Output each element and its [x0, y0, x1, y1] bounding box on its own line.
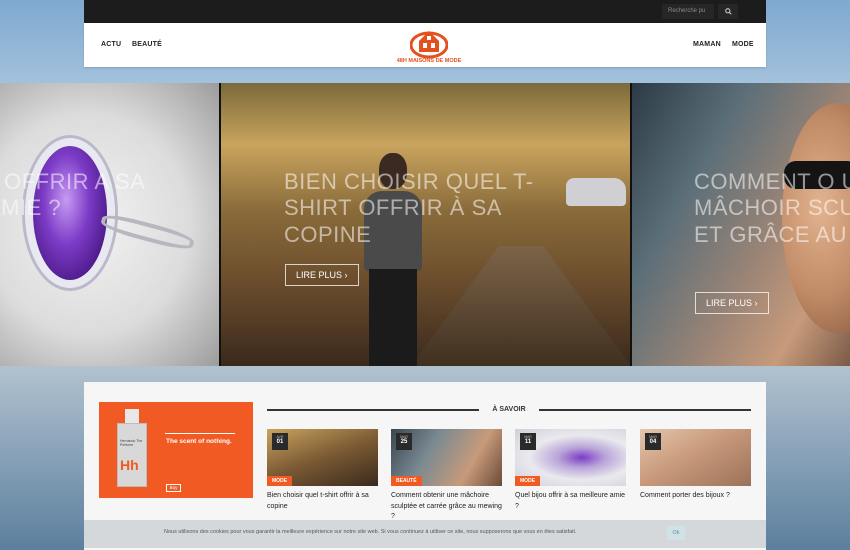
read-more-button[interactable]: LIRE PLUS ›	[285, 264, 359, 286]
slide-ring[interactable]: J OFFRIR A SA AMIE ?	[0, 83, 219, 366]
nav-item-actu[interactable]: ACTU	[101, 41, 121, 48]
article-thumbnail[interactable]: MAR 04	[640, 429, 751, 486]
car-image	[566, 178, 626, 206]
bottle-cap-image	[125, 409, 139, 423]
house-logo-icon	[409, 31, 449, 59]
slide-title[interactable]: J OFFRIR A SA AMIE ?	[0, 169, 186, 222]
section-rule-right	[539, 409, 751, 411]
date-badge: MAR 04	[645, 433, 661, 450]
read-more-label: LIRE PLUS	[296, 270, 343, 280]
article-thumbnail[interactable]: AVR 01 MODE	[267, 429, 378, 486]
article-card[interactable]: AVR 01 MODE Bien choisir quel t-shirt off…	[267, 429, 378, 512]
article-card[interactable]: MAR 11 MODE Quel bijou offrir à sa meille…	[515, 429, 626, 512]
cookie-text: Nous utilisons des cookies pour vous gar…	[164, 529, 577, 535]
search-button[interactable]	[718, 4, 738, 19]
search-input[interactable]: Recherche pu	[662, 4, 714, 19]
article-thumbnail[interactable]: MAR 25 BEAUTÉ	[391, 429, 502, 486]
read-more-label: LIRE PLUS	[706, 298, 753, 308]
ad-brand: Hernando The Perfume	[120, 439, 143, 447]
nav-item-maman[interactable]: MAMAN	[693, 41, 721, 48]
cookie-accept-button[interactable]: Ok	[667, 526, 685, 540]
nav-item-mode[interactable]: MODE	[732, 41, 754, 48]
logo-text: 48H MAISONS DE MODE	[396, 58, 462, 64]
perfume-bottle-image	[117, 423, 147, 487]
article-title[interactable]: Bien choisir quel t-shirt offrir à sa co…	[267, 491, 378, 512]
article-card[interactable]: MAR 25 BEAUTÉ Comment obtenir une mâchoir…	[391, 429, 502, 523]
skirt-image	[369, 269, 417, 366]
article-title[interactable]: Comment obtenir une mâchoire sculptée et…	[391, 491, 502, 523]
chevron-right-icon: ›	[344, 270, 348, 280]
ad-tagline: The scent of nothing.	[166, 438, 232, 445]
nav-item-beaute[interactable]: BEAUTÉ	[132, 41, 162, 48]
street-image	[411, 246, 630, 366]
search-icon	[724, 8, 732, 15]
read-more-button[interactable]: LIRE PLUS ›	[695, 292, 769, 314]
category-tag[interactable]: BEAUTÉ	[391, 476, 422, 486]
article-card[interactable]: MAR 04 Comment porter des bijoux ?	[640, 429, 751, 502]
article-thumbnail[interactable]: MAR 11 MODE	[515, 429, 626, 486]
article-title[interactable]: Comment porter des bijoux ?	[640, 491, 751, 502]
top-bar: Recherche pu	[84, 0, 766, 23]
ad-divider	[165, 433, 235, 434]
slide-man[interactable]: COMMENT O UNE MÂCHOIR SCULPTÉE ET GRÂCE …	[632, 83, 850, 366]
cookie-banner: Nous utilisons des cookies pour vous gar…	[84, 520, 766, 548]
date-badge: MAR 11	[520, 433, 536, 450]
slide-street[interactable]: BIEN CHOISIR QUEL T-SHIRT OFFRIR À SA CO…	[221, 83, 630, 366]
slide-title[interactable]: COMMENT O UNE MÂCHOIR SCULPTÉE ET GRÂCE …	[694, 169, 850, 248]
date-badge: AVR 01	[272, 433, 288, 450]
section-header: À SAVOIR	[267, 406, 751, 414]
featured-slider: J OFFRIR A SA AMIE ? BIEN CHOISIR QUEL T…	[0, 83, 850, 366]
chevron-right-icon: ›	[754, 298, 758, 308]
ad-buy-button[interactable]: Buy	[166, 484, 181, 492]
article-title[interactable]: Quel bijou offrir à sa meilleure amie ?	[515, 491, 626, 512]
category-tag[interactable]: MODE	[267, 476, 292, 486]
site-header: ACTU BEAUTÉ 48H MAISONS DE MODE MAMAN MO…	[84, 23, 766, 67]
site-logo[interactable]: 48H MAISONS DE MODE	[390, 24, 468, 66]
perfume-ad[interactable]: Hernando The Perfume Hh The scent of not…	[99, 402, 253, 498]
date-badge: MAR 25	[396, 433, 412, 450]
slide-title[interactable]: BIEN CHOISIR QUEL T-SHIRT OFFRIR À SA CO…	[284, 169, 554, 248]
category-tag[interactable]: MODE	[515, 476, 540, 486]
ad-logo: Hh	[120, 457, 139, 473]
